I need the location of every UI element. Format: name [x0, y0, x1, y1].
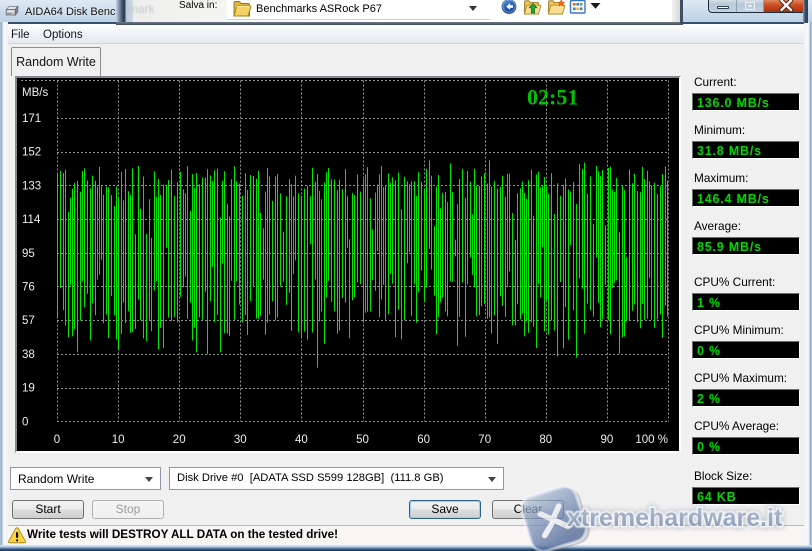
svg-text:76: 76: [22, 282, 35, 294]
svg-text:152: 152: [22, 147, 41, 159]
svg-text:0: 0: [54, 434, 60, 446]
svg-text:MB/s: MB/s: [22, 87, 48, 99]
svg-text:60: 60: [417, 434, 430, 446]
svg-text:30: 30: [234, 434, 247, 446]
svg-text:57: 57: [22, 315, 35, 327]
svg-text:02:51: 02:51: [527, 85, 578, 110]
svg-text:38: 38: [22, 349, 35, 361]
svg-text:80: 80: [539, 434, 552, 446]
svg-text:10: 10: [112, 434, 125, 446]
svg-text:20: 20: [173, 434, 186, 446]
svg-text:90: 90: [601, 434, 614, 446]
svg-text:100 %: 100 %: [635, 434, 668, 446]
svg-text:0: 0: [22, 416, 28, 428]
svg-text:133: 133: [22, 180, 41, 192]
svg-text:19: 19: [22, 383, 35, 395]
svg-text:114: 114: [22, 214, 41, 226]
svg-text:50: 50: [356, 434, 369, 446]
svg-text:40: 40: [295, 434, 308, 446]
svg-text:171: 171: [22, 113, 41, 125]
svg-text:70: 70: [478, 434, 491, 446]
svg-text:95: 95: [22, 248, 35, 260]
